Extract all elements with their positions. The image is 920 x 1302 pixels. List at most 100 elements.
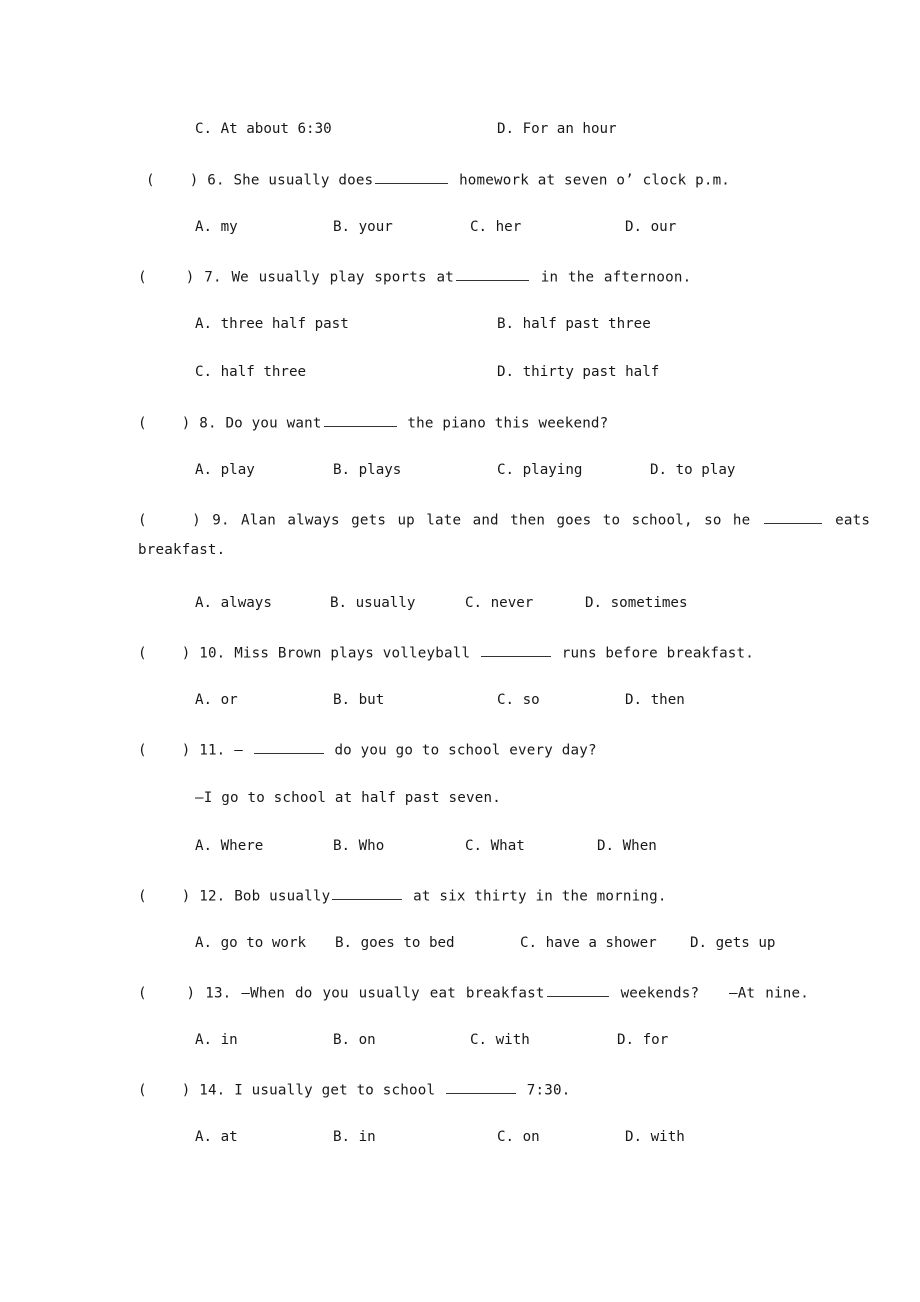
answer-bracket[interactable]: ( ) xyxy=(138,888,190,904)
option-text: Who xyxy=(358,838,385,854)
question-14-stem: ( ) 14. I usually get to school 7:30. xyxy=(138,1080,570,1099)
question-9-option-b[interactable]: B. usually xyxy=(330,595,415,611)
question-8-option-d[interactable]: D. to play xyxy=(650,462,735,478)
option-label: B. xyxy=(497,316,515,332)
option-label: A. xyxy=(195,1032,213,1048)
question-6-option-a[interactable]: A. my xyxy=(195,219,238,235)
option-label: A. xyxy=(195,316,213,332)
question-7-option-b[interactable]: B. half past three xyxy=(497,316,651,332)
question-7-option-a[interactable]: A. three half past xyxy=(195,316,349,332)
fill-in-blank[interactable] xyxy=(375,170,449,185)
question-12-option-b[interactable]: B. goes to bed xyxy=(335,935,455,951)
option-label: A. xyxy=(195,595,213,611)
question-14-option-d[interactable]: D. with xyxy=(625,1129,685,1145)
option-label: C. xyxy=(470,1032,488,1048)
question-10-option-d[interactable]: D. then xyxy=(625,692,685,708)
fill-in-blank[interactable] xyxy=(763,510,822,525)
option-label: B. xyxy=(335,935,353,951)
stem-text-before: She usually does xyxy=(233,172,374,189)
question-9-option-c[interactable]: C. never xyxy=(465,595,533,611)
option-text: have a shower xyxy=(545,935,657,951)
question-6-option-b[interactable]: B. your xyxy=(333,219,393,235)
question-14-option-c[interactable]: C. on xyxy=(497,1129,540,1145)
stem-text-after: weekends? —At nine. xyxy=(620,985,809,1002)
option-text: playing xyxy=(522,462,583,478)
question-11-option-c[interactable]: C. What xyxy=(465,838,525,854)
option-label: B. xyxy=(333,838,351,854)
option-text: What xyxy=(490,838,525,854)
fill-in-blank[interactable] xyxy=(446,1080,516,1095)
option-text: gets up xyxy=(715,935,776,951)
fill-in-blank[interactable] xyxy=(323,413,397,428)
answer-bracket[interactable]: ( ) xyxy=(138,1082,190,1098)
question-13-option-b[interactable]: B. on xyxy=(333,1032,376,1048)
option-label: D. xyxy=(625,1129,643,1145)
question-8-option-c[interactable]: C. playing xyxy=(497,462,582,478)
question-8-option-b[interactable]: B. plays xyxy=(333,462,401,478)
question-12-option-c[interactable]: C. have a shower xyxy=(520,935,657,951)
option-text: go to work xyxy=(220,935,307,951)
question-7-option-c[interactable]: C. half three xyxy=(195,364,306,380)
fill-in-blank[interactable] xyxy=(253,740,324,755)
question-number: 7. xyxy=(204,269,222,286)
question-13-option-c[interactable]: C. with xyxy=(470,1032,530,1048)
fill-in-blank[interactable] xyxy=(455,267,529,282)
option-label: C. xyxy=(470,219,488,235)
option-text: her xyxy=(495,219,522,235)
answer-bracket[interactable]: ( ) xyxy=(138,415,190,431)
option-label: D. xyxy=(650,462,668,478)
option-label: D. xyxy=(497,121,515,137)
question-11-option-a[interactable]: A. Where xyxy=(195,838,263,854)
option-text: in xyxy=(358,1129,376,1145)
answer-bracket[interactable]: ( ) xyxy=(138,742,190,758)
worksheet-page: C. At about 6:30 D. For an hour ( ) 6. S… xyxy=(0,0,920,1302)
option-text: then xyxy=(650,692,685,708)
question-12-option-d[interactable]: D. gets up xyxy=(690,935,775,951)
stem-text-after: do you go to school every day? xyxy=(334,742,597,759)
fill-in-blank[interactable] xyxy=(332,886,403,901)
question-7-option-d[interactable]: D. thirty past half xyxy=(497,364,659,380)
fill-in-blank[interactable] xyxy=(546,983,609,998)
option-text: always xyxy=(220,595,272,611)
answer-bracket[interactable]: ( ) xyxy=(146,172,198,188)
question-10-option-a[interactable]: A. or xyxy=(195,692,238,708)
option-text: on xyxy=(358,1032,376,1048)
question-11-option-b[interactable]: B. Who xyxy=(333,838,384,854)
question-12-option-a[interactable]: A. go to work xyxy=(195,935,306,951)
question-9-stem: ( ) 9. Alan always gets up late and then… xyxy=(138,510,870,529)
question-10-option-b[interactable]: B. but xyxy=(333,692,384,708)
option-label: A. xyxy=(195,462,213,478)
question-13-option-d[interactable]: D. for xyxy=(617,1032,668,1048)
option-text: with xyxy=(650,1129,685,1145)
stem-text-before: We usually play sports at xyxy=(231,269,454,286)
question-14-option-a[interactable]: A. at xyxy=(195,1129,238,1145)
question-11-option-d[interactable]: D. When xyxy=(597,838,657,854)
stem-text-before: —When do you usually eat breakfast xyxy=(241,985,545,1002)
answer-bracket[interactable]: ( ) xyxy=(138,512,201,528)
option-text: at xyxy=(220,1129,238,1145)
stem-text-after: eats xyxy=(835,512,871,529)
question-6-option-d[interactable]: D. our xyxy=(625,219,676,235)
stem-text-before: Bob usually xyxy=(234,888,331,905)
answer-bracket[interactable]: ( ) xyxy=(138,645,190,661)
option-text: to play xyxy=(675,462,736,478)
option-text: usually xyxy=(355,595,416,611)
answer-bracket[interactable]: ( ) xyxy=(138,985,195,1001)
option-label: C. xyxy=(195,364,213,380)
question-13-option-a[interactable]: A. in xyxy=(195,1032,238,1048)
question-9-option-a[interactable]: A. always xyxy=(195,595,272,611)
question-10-option-c[interactable]: C. so xyxy=(497,692,540,708)
option-label: B. xyxy=(330,595,348,611)
answer-bracket[interactable]: ( ) xyxy=(138,269,194,285)
question-6-option-c[interactable]: C. her xyxy=(470,219,521,235)
stem-text-after: the piano this weekend? xyxy=(407,415,609,432)
stem-text-before: Alan always gets up late and then goes t… xyxy=(241,512,751,529)
option-label: A. xyxy=(195,1129,213,1145)
question-8-option-a[interactable]: A. play xyxy=(195,462,255,478)
question-14-option-b[interactable]: B. in xyxy=(333,1129,376,1145)
option-label: C. xyxy=(497,1129,515,1145)
question-9-option-d[interactable]: D. sometimes xyxy=(585,595,688,611)
fill-in-blank[interactable] xyxy=(480,643,551,658)
option-text: your xyxy=(358,219,393,235)
option-text: sometimes xyxy=(610,595,688,611)
